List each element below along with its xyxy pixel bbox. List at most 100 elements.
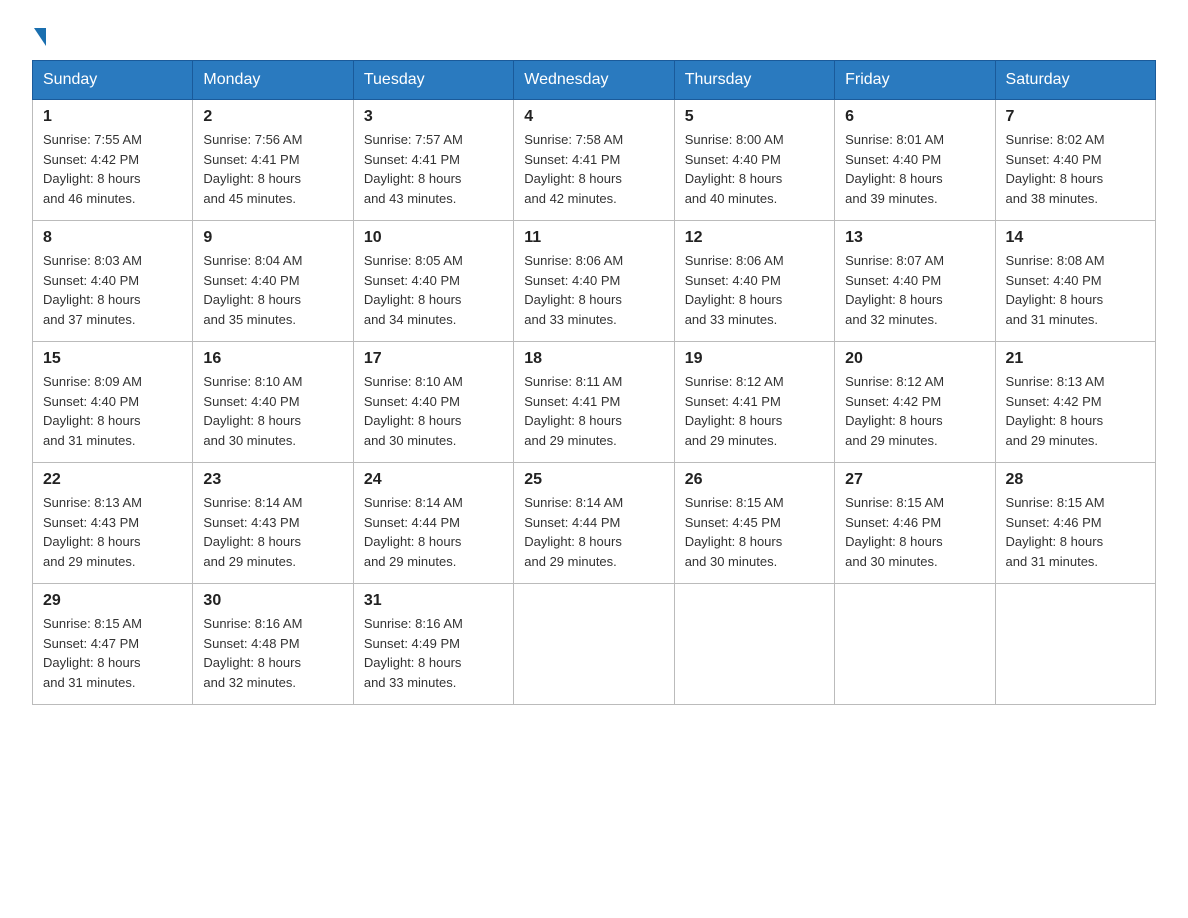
day-number: 17 — [364, 350, 503, 368]
day-info: Sunrise: 7:58 AMSunset: 4:41 PMDaylight:… — [524, 130, 663, 208]
day-info: Sunrise: 8:07 AMSunset: 4:40 PMDaylight:… — [845, 251, 984, 329]
day-info: Sunrise: 8:15 AMSunset: 4:46 PMDaylight:… — [845, 493, 984, 571]
day-number: 13 — [845, 229, 984, 247]
day-info: Sunrise: 8:03 AMSunset: 4:40 PMDaylight:… — [43, 251, 182, 329]
day-info: Sunrise: 8:16 AMSunset: 4:48 PMDaylight:… — [203, 614, 342, 692]
day-number: 12 — [685, 229, 824, 247]
day-info: Sunrise: 7:55 AMSunset: 4:42 PMDaylight:… — [43, 130, 182, 208]
calendar-cell — [674, 584, 834, 705]
day-number: 11 — [524, 229, 663, 247]
calendar-cell: 26 Sunrise: 8:15 AMSunset: 4:45 PMDayligh… — [674, 463, 834, 584]
page-header — [32, 24, 1156, 44]
calendar-week-row: 8 Sunrise: 8:03 AMSunset: 4:40 PMDaylight… — [33, 221, 1156, 342]
calendar-cell — [835, 584, 995, 705]
day-number: 29 — [43, 592, 182, 610]
day-info: Sunrise: 8:13 AMSunset: 4:42 PMDaylight:… — [1006, 372, 1145, 450]
calendar-cell: 31 Sunrise: 8:16 AMSunset: 4:49 PMDayligh… — [353, 584, 513, 705]
header-day-monday: Monday — [193, 61, 353, 100]
day-number: 20 — [845, 350, 984, 368]
calendar-cell: 10 Sunrise: 8:05 AMSunset: 4:40 PMDayligh… — [353, 221, 513, 342]
header-day-thursday: Thursday — [674, 61, 834, 100]
calendar-cell: 3 Sunrise: 7:57 AMSunset: 4:41 PMDaylight… — [353, 100, 513, 221]
calendar-cell: 23 Sunrise: 8:14 AMSunset: 4:43 PMDayligh… — [193, 463, 353, 584]
calendar-cell: 5Sunrise: 8:00 AMSunset: 4:40 PMDaylight… — [674, 100, 834, 221]
calendar-cell: 6 Sunrise: 8:01 AMSunset: 4:40 PMDaylight… — [835, 100, 995, 221]
day-info: Sunrise: 8:15 AMSunset: 4:45 PMDaylight:… — [685, 493, 824, 571]
day-number: 28 — [1006, 471, 1145, 489]
day-number: 23 — [203, 471, 342, 489]
day-info: Sunrise: 8:06 AMSunset: 4:40 PMDaylight:… — [685, 251, 824, 329]
day-info: Sunrise: 8:16 AMSunset: 4:49 PMDaylight:… — [364, 614, 503, 692]
day-number: 19 — [685, 350, 824, 368]
day-number: 3 — [364, 108, 503, 126]
calendar-header: SundayMondayTuesdayWednesdayThursdayFrid… — [33, 61, 1156, 100]
day-info: Sunrise: 8:06 AMSunset: 4:40 PMDaylight:… — [524, 251, 663, 329]
day-info: Sunrise: 8:05 AMSunset: 4:40 PMDaylight:… — [364, 251, 503, 329]
day-info: Sunrise: 8:14 AMSunset: 4:44 PMDaylight:… — [364, 493, 503, 571]
calendar-cell: 8 Sunrise: 8:03 AMSunset: 4:40 PMDaylight… — [33, 221, 193, 342]
calendar-cell — [514, 584, 674, 705]
day-info: Sunrise: 8:14 AMSunset: 4:43 PMDaylight:… — [203, 493, 342, 571]
day-number: 26 — [685, 471, 824, 489]
calendar-cell: 15 Sunrise: 8:09 AMSunset: 4:40 PMDayligh… — [33, 342, 193, 463]
calendar-cell: 21Sunrise: 8:13 AMSunset: 4:42 PMDayligh… — [995, 342, 1155, 463]
day-number: 10 — [364, 229, 503, 247]
day-number: 2 — [203, 108, 342, 126]
day-info: Sunrise: 8:04 AMSunset: 4:40 PMDaylight:… — [203, 251, 342, 329]
calendar-cell: 28Sunrise: 8:15 AMSunset: 4:46 PMDayligh… — [995, 463, 1155, 584]
calendar-table: SundayMondayTuesdayWednesdayThursdayFrid… — [32, 60, 1156, 705]
calendar-cell — [995, 584, 1155, 705]
day-number: 9 — [203, 229, 342, 247]
day-info: Sunrise: 8:01 AMSunset: 4:40 PMDaylight:… — [845, 130, 984, 208]
calendar-week-row: 15 Sunrise: 8:09 AMSunset: 4:40 PMDayligh… — [33, 342, 1156, 463]
day-info: Sunrise: 8:14 AMSunset: 4:44 PMDaylight:… — [524, 493, 663, 571]
header-day-tuesday: Tuesday — [353, 61, 513, 100]
calendar-cell: 11 Sunrise: 8:06 AMSunset: 4:40 PMDayligh… — [514, 221, 674, 342]
calendar-cell: 25Sunrise: 8:14 AMSunset: 4:44 PMDayligh… — [514, 463, 674, 584]
day-number: 16 — [203, 350, 342, 368]
day-number: 27 — [845, 471, 984, 489]
day-info: Sunrise: 7:57 AMSunset: 4:41 PMDaylight:… — [364, 130, 503, 208]
calendar-cell: 17 Sunrise: 8:10 AMSunset: 4:40 PMDayligh… — [353, 342, 513, 463]
day-number: 15 — [43, 350, 182, 368]
day-number: 4 — [524, 108, 663, 126]
logo-arrow-icon — [34, 28, 46, 46]
calendar-cell: 24 Sunrise: 8:14 AMSunset: 4:44 PMDayligh… — [353, 463, 513, 584]
calendar-week-row: 1 Sunrise: 7:55 AMSunset: 4:42 PMDaylight… — [33, 100, 1156, 221]
header-day-sunday: Sunday — [33, 61, 193, 100]
calendar-cell: 9 Sunrise: 8:04 AMSunset: 4:40 PMDaylight… — [193, 221, 353, 342]
calendar-week-row: 22Sunrise: 8:13 AMSunset: 4:43 PMDayligh… — [33, 463, 1156, 584]
calendar-cell: 13 Sunrise: 8:07 AMSunset: 4:40 PMDayligh… — [835, 221, 995, 342]
day-number: 5 — [685, 108, 824, 126]
day-number: 24 — [364, 471, 503, 489]
day-info: Sunrise: 8:12 AMSunset: 4:42 PMDaylight:… — [845, 372, 984, 450]
day-number: 6 — [845, 108, 984, 126]
day-number: 30 — [203, 592, 342, 610]
day-header-row: SundayMondayTuesdayWednesdayThursdayFrid… — [33, 61, 1156, 100]
calendar-cell: 18 Sunrise: 8:11 AMSunset: 4:41 PMDayligh… — [514, 342, 674, 463]
day-number: 31 — [364, 592, 503, 610]
logo — [32, 24, 46, 44]
calendar-cell: 16Sunrise: 8:10 AMSunset: 4:40 PMDayligh… — [193, 342, 353, 463]
calendar-cell: 4 Sunrise: 7:58 AMSunset: 4:41 PMDaylight… — [514, 100, 674, 221]
day-info: Sunrise: 8:08 AMSunset: 4:40 PMDaylight:… — [1006, 251, 1145, 329]
header-day-saturday: Saturday — [995, 61, 1155, 100]
calendar-body: 1 Sunrise: 7:55 AMSunset: 4:42 PMDaylight… — [33, 100, 1156, 705]
day-info: Sunrise: 8:15 AMSunset: 4:47 PMDaylight:… — [43, 614, 182, 692]
day-number: 1 — [43, 108, 182, 126]
calendar-week-row: 29 Sunrise: 8:15 AMSunset: 4:47 PMDayligh… — [33, 584, 1156, 705]
day-info: Sunrise: 8:10 AMSunset: 4:40 PMDaylight:… — [364, 372, 503, 450]
calendar-cell: 14 Sunrise: 8:08 AMSunset: 4:40 PMDayligh… — [995, 221, 1155, 342]
calendar-cell: 29 Sunrise: 8:15 AMSunset: 4:47 PMDayligh… — [33, 584, 193, 705]
day-info: Sunrise: 7:56 AMSunset: 4:41 PMDaylight:… — [203, 130, 342, 208]
calendar-cell: 27 Sunrise: 8:15 AMSunset: 4:46 PMDayligh… — [835, 463, 995, 584]
header-day-friday: Friday — [835, 61, 995, 100]
day-info: Sunrise: 8:11 AMSunset: 4:41 PMDaylight:… — [524, 372, 663, 450]
calendar-cell: 2 Sunrise: 7:56 AMSunset: 4:41 PMDaylight… — [193, 100, 353, 221]
day-number: 14 — [1006, 229, 1145, 247]
calendar-cell: 30 Sunrise: 8:16 AMSunset: 4:48 PMDayligh… — [193, 584, 353, 705]
day-info: Sunrise: 8:09 AMSunset: 4:40 PMDaylight:… — [43, 372, 182, 450]
day-number: 18 — [524, 350, 663, 368]
day-number: 8 — [43, 229, 182, 247]
header-day-wednesday: Wednesday — [514, 61, 674, 100]
